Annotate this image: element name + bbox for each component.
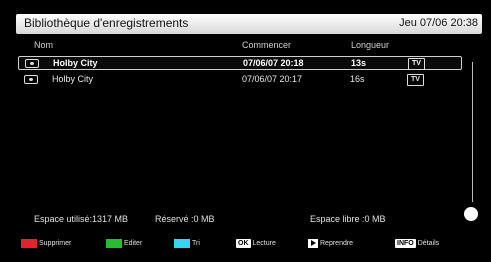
recording-name: Holby City	[52, 74, 94, 84]
legend-details[interactable]: INFO Détails	[395, 239, 439, 250]
red-key-icon	[21, 239, 37, 248]
page-title: Bibliothèque d'enregistrements	[24, 16, 189, 30]
scrollbar-track[interactable]	[472, 62, 473, 202]
legend-resume[interactable]: Reprendre	[308, 239, 353, 250]
recording-name: Holby City	[53, 58, 98, 68]
legend-play-label: Lecture	[252, 240, 276, 247]
recordings-list: Holby City 07/06/07 20:18 13s TV Holby C…	[18, 53, 478, 203]
green-key-icon	[106, 239, 122, 248]
cyan-key-icon	[174, 239, 190, 248]
recordings-library-screen: Bibliothèque d'enregistrements Jeu 07/06…	[0, 0, 491, 262]
space-reserved: Réservé :0 MB	[155, 214, 215, 224]
watched-icon	[24, 75, 38, 84]
ok-key-icon: OK	[236, 239, 251, 248]
legend-play[interactable]: OK Lecture	[236, 239, 276, 250]
info-key-icon: INFO	[395, 239, 416, 248]
title-bar: Bibliothèque d'enregistrements Jeu 07/06…	[16, 14, 482, 34]
column-header-start[interactable]: Commencer	[242, 40, 291, 50]
space-used: Espace utilisé:1317 MB	[34, 214, 129, 224]
legend-delete-label: Supprimer	[39, 240, 72, 247]
recording-length: 16s	[350, 74, 365, 84]
play-icon	[308, 239, 318, 248]
tv-badge-icon: TV	[407, 74, 424, 86]
legend-delete[interactable]: Supprimer	[21, 239, 71, 250]
column-header-length[interactable]: Longueur	[351, 40, 389, 50]
clock: Jeu 07/06 20:38	[399, 17, 478, 29]
scrollbar-thumb[interactable]	[464, 207, 478, 221]
column-header-name[interactable]: Nom	[34, 40, 53, 50]
recording-length: 13s	[351, 58, 367, 68]
recording-row[interactable]: Holby City 07/06/07 20:17 16s TV	[18, 73, 462, 87]
legend-sort[interactable]: Tri	[174, 239, 200, 250]
legend-edit-label: Editer	[124, 240, 143, 247]
legend-details-label: Détails	[417, 240, 440, 247]
recording-start: 07/06/07 20:18	[243, 58, 304, 68]
legend-sort-label: Tri	[192, 240, 200, 247]
recording-start: 07/06/07 20:17	[242, 74, 303, 84]
recording-row[interactable]: Holby City 07/06/07 20:18 13s TV	[18, 56, 462, 70]
legend-resume-label: Reprendre	[320, 240, 354, 247]
watched-icon	[25, 59, 39, 68]
space-free: Espace libre :0 MB	[310, 214, 386, 224]
tv-badge-icon: TV	[408, 58, 425, 70]
legend-edit[interactable]: Editer	[106, 239, 142, 250]
